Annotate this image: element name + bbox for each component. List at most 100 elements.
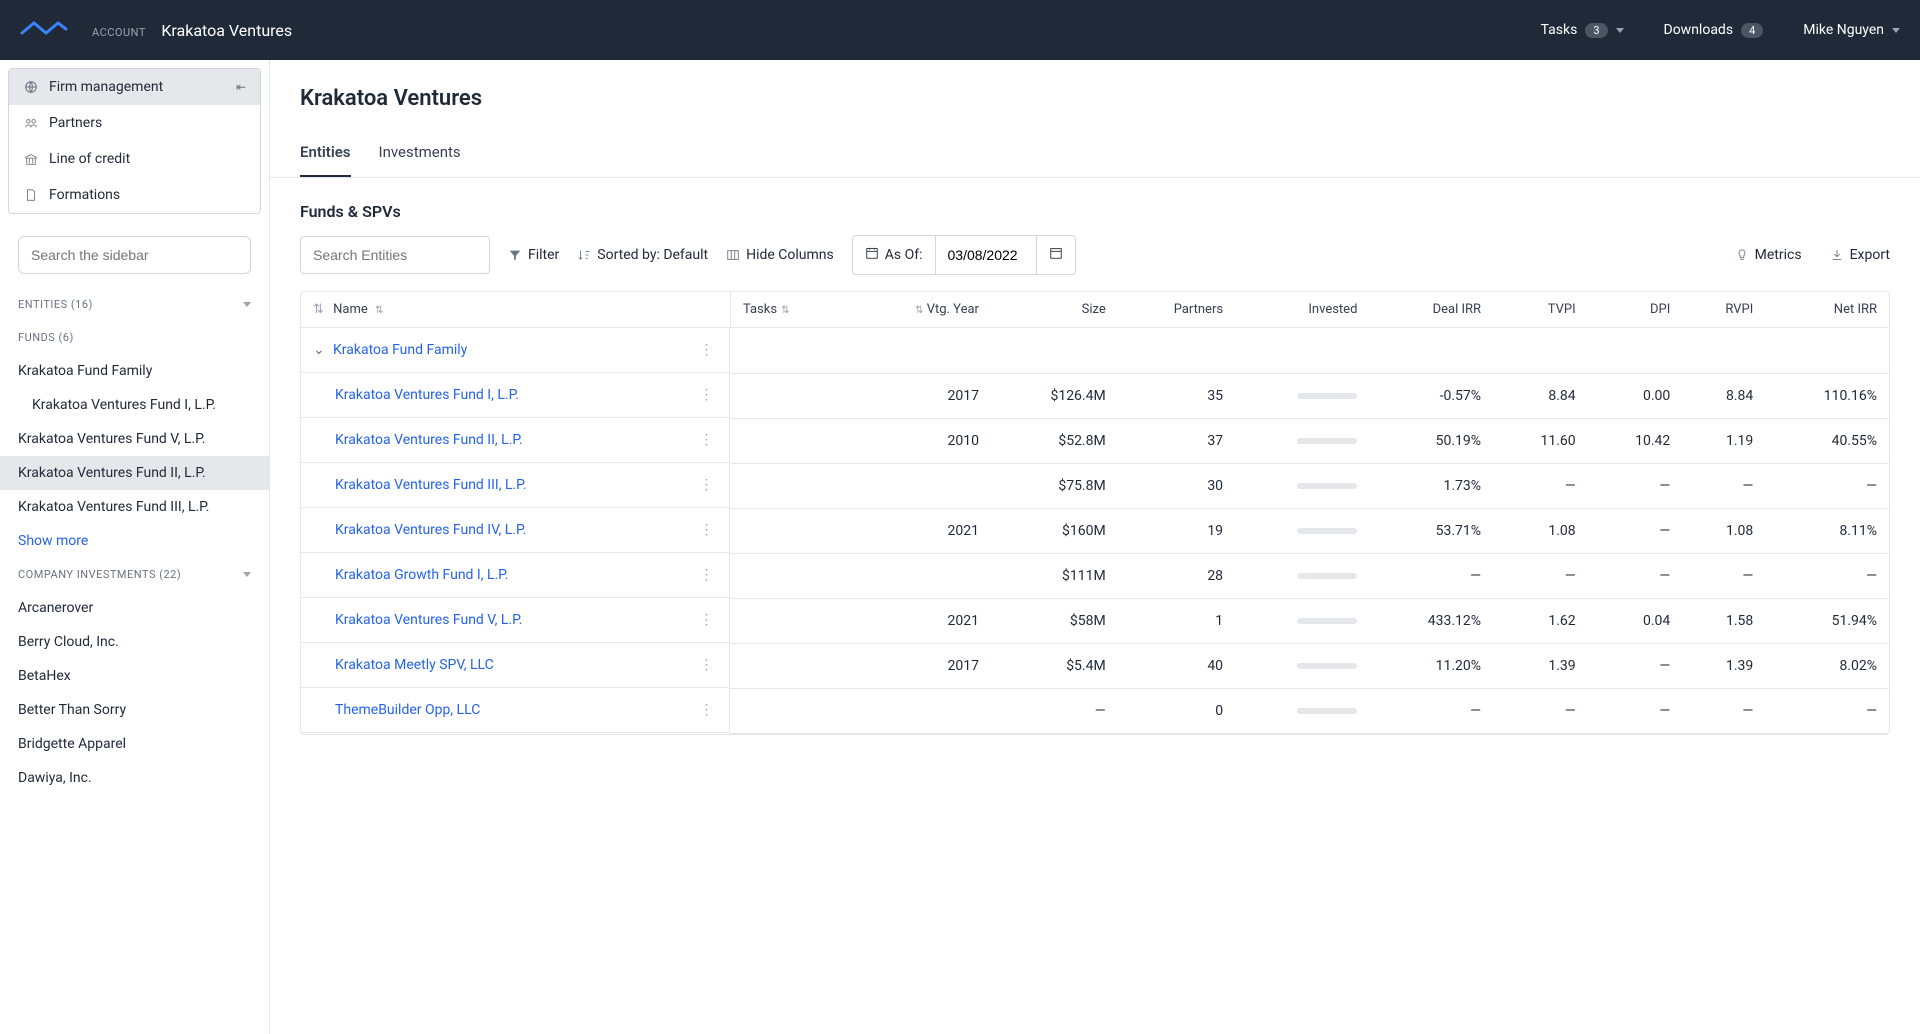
search-entities-input[interactable] <box>300 236 490 274</box>
table-row: Krakatoa Ventures Fund III, L.P. ⋮ $75.8… <box>301 463 1889 508</box>
cell-rvpi: 1.58 <box>1682 598 1765 643</box>
entity-link[interactable]: Krakatoa Ventures Fund III, L.P. <box>335 477 527 493</box>
row-menu-icon[interactable]: ⋮ <box>695 702 717 718</box>
cell-year <box>844 553 991 598</box>
collapse-icon[interactable]: ⇤ <box>236 80 246 94</box>
table-row: Krakatoa Ventures Fund I, L.P. ⋮ 2017 $1… <box>301 373 1889 418</box>
sidebar-item-line-of-credit[interactable]: Line of credit <box>9 141 260 177</box>
sidebar-search-input[interactable] <box>18 236 251 274</box>
asof-calendar-button[interactable] <box>1036 236 1075 274</box>
cell-partners: 30 <box>1118 463 1235 508</box>
group-row[interactable]: ⌄ Krakatoa Fund Family ⋮ <box>301 328 730 373</box>
section-companies[interactable]: COMPANY INVESTMENTS (22) <box>0 558 269 591</box>
export-button[interactable]: Export <box>1830 247 1890 263</box>
col-invested[interactable]: Invested <box>1235 292 1369 328</box>
cell-partners: 1 <box>1118 598 1235 643</box>
entity-link[interactable]: ThemeBuilder Opp, LLC <box>335 702 480 718</box>
entity-link[interactable]: Krakatoa Fund Family <box>333 342 467 358</box>
entity-link[interactable]: Krakatoa Ventures Fund V, L.P. <box>335 612 522 628</box>
section-entities[interactable]: ENTITIES (16) <box>0 288 269 321</box>
tasks-menu[interactable]: Tasks 3 <box>1541 22 1624 38</box>
row-menu-icon[interactable]: ⋮ <box>695 522 717 538</box>
sidebar-fund-item[interactable]: Krakatoa Ventures Fund III, L.P. <box>0 490 269 524</box>
entity-link[interactable]: Krakatoa Ventures Fund IV, L.P. <box>335 522 526 538</box>
sidebar-item-partners[interactable]: Partners <box>9 105 260 141</box>
metrics-button[interactable]: Metrics <box>1735 247 1802 263</box>
chevron-down-icon <box>243 302 251 307</box>
sort-button[interactable]: Sorted by: Default <box>577 247 708 263</box>
col-tasks[interactable]: Tasks⇅ <box>730 292 844 328</box>
table-row: Krakatoa Ventures Fund V, L.P. ⋮ 2021 $5… <box>301 598 1889 643</box>
cell-year: 2021 <box>844 598 991 643</box>
user-menu[interactable]: Mike Nguyen <box>1803 22 1900 38</box>
header-right: Tasks 3 Downloads 4 Mike Nguyen <box>1541 22 1900 38</box>
section-funds[interactable]: FUNDS (6) <box>0 321 269 354</box>
sidebar-item-formations[interactable]: Formations <box>9 177 260 213</box>
col-deal-irr[interactable]: Deal IRR <box>1369 292 1493 328</box>
sidebar-fund-item[interactable]: Krakatoa Ventures Fund I, L.P. <box>0 388 269 422</box>
cell-partners: 28 <box>1118 553 1235 598</box>
tab-entities[interactable]: Entities <box>300 129 351 177</box>
cell-rvpi: 8.84 <box>1682 373 1765 418</box>
sidebar-company-item[interactable]: Arcanerover <box>0 591 269 625</box>
sidebar-company-item[interactable]: BetaHex <box>0 659 269 693</box>
sidebar-item-firm-management[interactable]: Firm management ⇤ <box>9 69 260 105</box>
cell-year: 2017 <box>844 373 991 418</box>
chevron-down-icon <box>1616 28 1624 33</box>
page-title: Krakatoa Ventures <box>270 60 1920 129</box>
cell-year: 2017 <box>844 643 991 688</box>
table-row: Krakatoa Growth Fund I, L.P. ⋮ $111M 28 … <box>301 553 1889 598</box>
row-menu-icon[interactable]: ⋮ <box>695 432 717 448</box>
col-rvpi[interactable]: RVPI <box>1682 292 1765 328</box>
col-dpi[interactable]: DPI <box>1588 292 1683 328</box>
cell-net: 110.16% <box>1765 373 1889 418</box>
row-menu-icon[interactable]: ⋮ <box>695 387 717 403</box>
sidebar-company-item[interactable]: Berry Cloud, Inc. <box>0 625 269 659</box>
table-row: Krakatoa Ventures Fund IV, L.P. ⋮ 2021 $… <box>301 508 1889 553</box>
cell-tvpi: 8.84 <box>1493 373 1588 418</box>
cell-irr: 53.71% <box>1369 508 1493 553</box>
row-menu-icon[interactable]: ⋮ <box>695 342 717 358</box>
entity-link[interactable]: Krakatoa Growth Fund I, L.P. <box>335 567 509 583</box>
sidebar-company-item[interactable]: Bridgette Apparel <box>0 727 269 761</box>
sidebar-fund-item[interactable]: Krakatoa Fund Family <box>0 354 269 388</box>
entity-link[interactable]: Krakatoa Ventures Fund I, L.P. <box>335 387 519 403</box>
col-tvpi[interactable]: TVPI <box>1493 292 1588 328</box>
filter-button[interactable]: Filter <box>508 247 559 263</box>
cell-size: $160M <box>991 508 1118 553</box>
cell-size: $111M <box>991 553 1118 598</box>
entity-link[interactable]: Krakatoa Ventures Fund II, L.P. <box>335 432 523 448</box>
row-menu-icon[interactable]: ⋮ <box>695 657 717 673</box>
expand-caret-icon[interactable]: ⌄ <box>313 342 325 358</box>
col-net-irr[interactable]: Net IRR <box>1765 292 1889 328</box>
cell-tvpi: 11.60 <box>1493 418 1588 463</box>
col-size[interactable]: Size <box>991 292 1118 328</box>
entity-link[interactable]: Krakatoa Meetly SPV, LLC <box>335 657 494 673</box>
sidebar-fund-item[interactable]: Krakatoa Ventures Fund II, L.P. <box>0 456 269 490</box>
cell-year <box>844 463 991 508</box>
cell-irr: -0.57% <box>1369 373 1493 418</box>
sidebar-fund-item[interactable]: Krakatoa Ventures Fund V, L.P. <box>0 422 269 456</box>
col-partners[interactable]: Partners <box>1118 292 1235 328</box>
col-vtg-year[interactable]: ⇅ Vtg. Year <box>844 292 991 328</box>
asof-date-input[interactable] <box>936 237 1036 273</box>
row-menu-icon[interactable]: ⋮ <box>695 612 717 628</box>
cell-tvpi: — <box>1493 463 1588 508</box>
cell-dpi: — <box>1588 553 1683 598</box>
drag-handle-icon[interactable]: ⇅ <box>313 302 324 317</box>
invested-progress <box>1297 573 1357 579</box>
row-menu-icon[interactable]: ⋮ <box>695 477 717 493</box>
hide-columns-button[interactable]: Hide Columns <box>726 247 834 263</box>
cell-invested <box>1235 553 1369 598</box>
row-menu-icon[interactable]: ⋮ <box>695 567 717 583</box>
user-name: Mike Nguyen <box>1803 22 1884 38</box>
show-more-link[interactable]: Show more <box>0 524 269 558</box>
sidebar-company-item[interactable]: Better Than Sorry <box>0 693 269 727</box>
downloads-menu[interactable]: Downloads 4 <box>1664 22 1764 38</box>
cell-partners: 40 <box>1118 643 1235 688</box>
sidebar-company-item[interactable]: Dawiya, Inc. <box>0 761 269 795</box>
col-name[interactable]: ⇅ Name ⇅ <box>301 292 730 328</box>
tab-investments[interactable]: Investments <box>379 129 461 177</box>
cell-invested <box>1235 508 1369 553</box>
account-block[interactable]: ACCOUNT Krakatoa Ventures <box>92 21 292 40</box>
